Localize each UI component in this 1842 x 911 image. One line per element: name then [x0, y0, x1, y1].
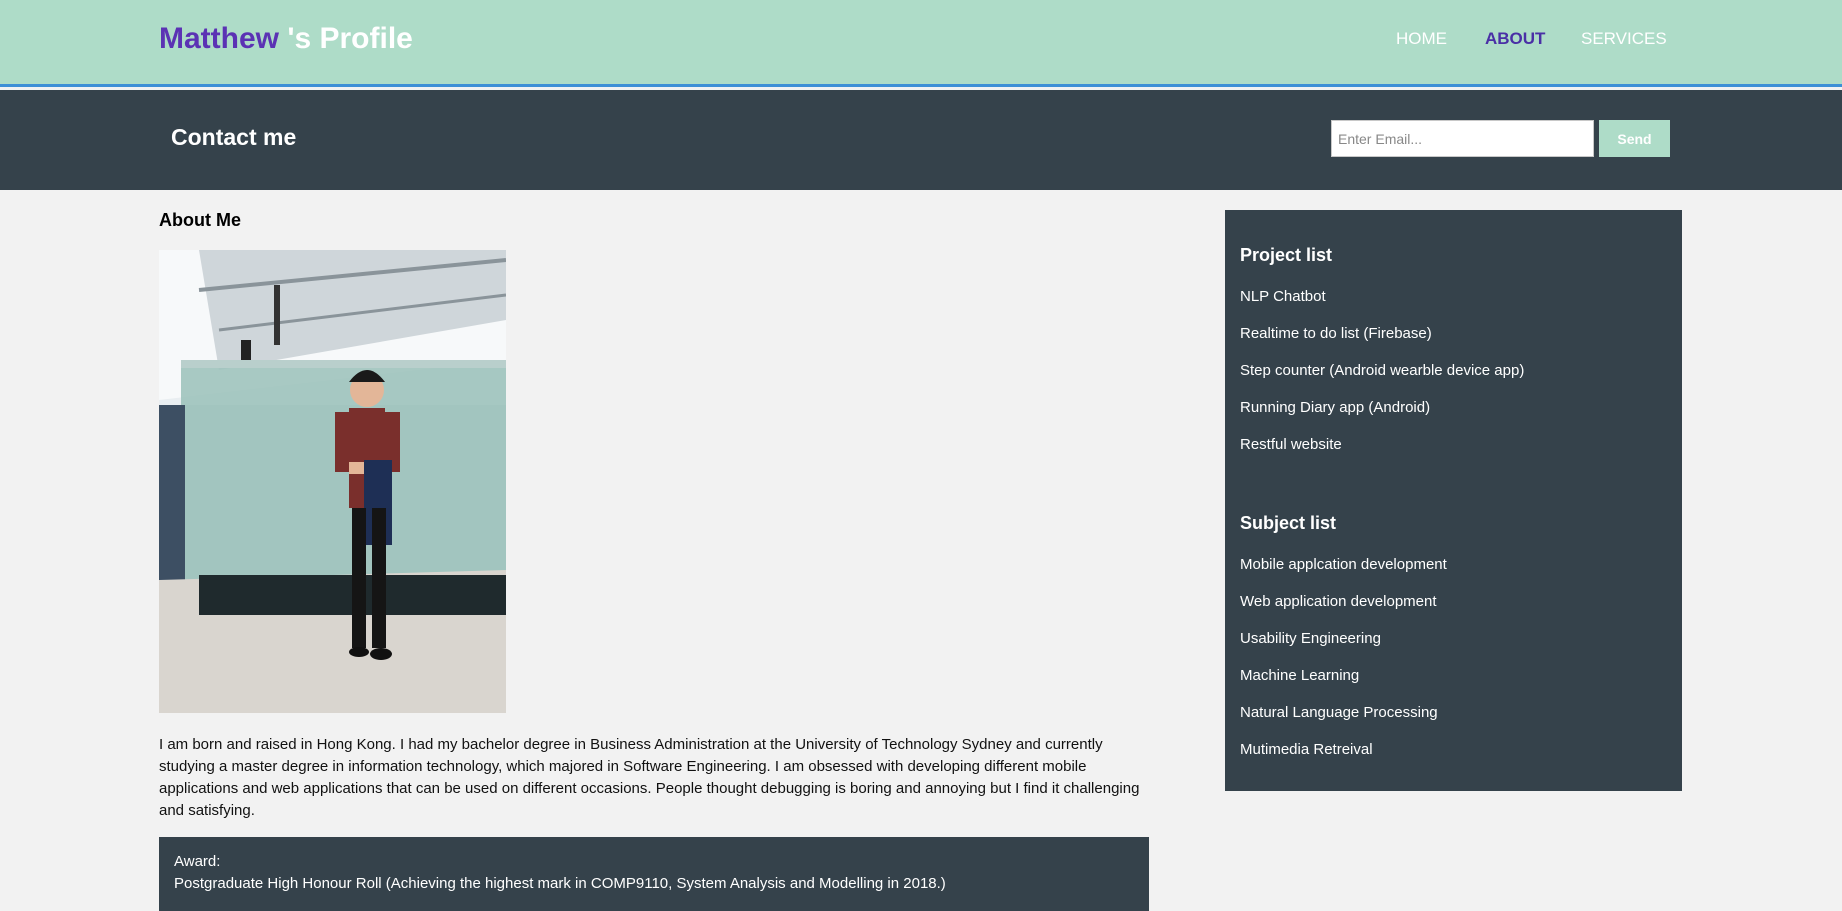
email-input[interactable] — [1331, 120, 1594, 157]
subject-list-heading: Subject list — [1240, 513, 1337, 533]
brand-suffix: 's Profile — [279, 22, 413, 55]
project-item: Running Diary app (Android) — [1240, 399, 1431, 416]
brand-name: Matthew — [159, 22, 279, 55]
project-item: Restful website — [1240, 436, 1342, 453]
project-item: Realtime to do list (Firebase) — [1240, 325, 1432, 342]
subject-item: Usability Engineering — [1240, 630, 1381, 647]
contact-title: Contact me — [171, 124, 297, 150]
project-item: Step counter (Android wearble device app… — [1240, 362, 1525, 379]
profile-photo — [159, 250, 506, 713]
project-item: NLP Chatbot — [1240, 288, 1326, 305]
about-bio: I am born and raised in Hong Kong. I had… — [159, 736, 1140, 819]
about-title: About Me — [159, 210, 241, 230]
subject-item: Natural Language Processing — [1240, 704, 1438, 721]
site-brand[interactable]: Matthew 's Profile — [159, 22, 413, 56]
subject-item: Mutimedia Retreival — [1240, 741, 1373, 758]
subject-item: Machine Learning — [1240, 667, 1360, 684]
nav-about[interactable]: ABOUT — [1485, 29, 1545, 53]
subject-item: Mobile applcation development — [1240, 556, 1447, 573]
nav-services[interactable]: SERVICES — [1581, 29, 1667, 53]
contact-bar: Contact me Send — [0, 90, 1842, 190]
site-header: Matthew 's Profile HOME ABOUT SERVICES — [0, 0, 1842, 87]
award-panel: Award: Postgraduate High Honour Roll (Ac… — [159, 837, 1149, 911]
send-button[interactable]: Send — [1599, 120, 1670, 157]
project-list-heading: Project list — [1240, 245, 1333, 265]
nav-home[interactable]: HOME — [1396, 29, 1447, 53]
award-text: Postgraduate High Honour Roll (Achieving… — [174, 875, 946, 892]
sidebar: Project list NLP Chatbot Realtime to do … — [1225, 210, 1682, 791]
subject-item: Web application development — [1240, 593, 1437, 610]
award-label: Award: — [174, 853, 221, 870]
